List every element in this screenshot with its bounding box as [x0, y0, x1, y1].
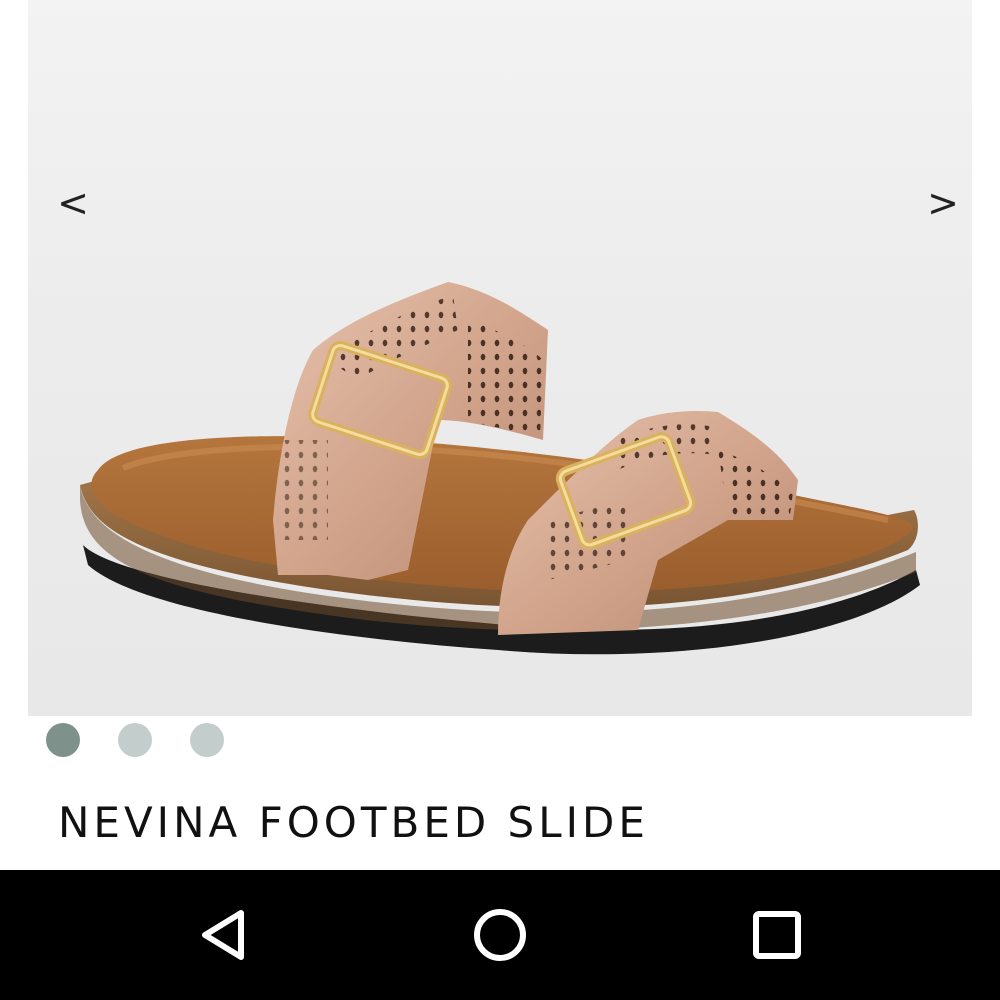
back-button[interactable] — [158, 870, 288, 1000]
sandal-product-image — [80, 282, 920, 655]
recents-button[interactable] — [712, 870, 842, 1000]
carousel-dot-1[interactable] — [46, 723, 80, 757]
previous-image-arrow-icon[interactable]: < — [48, 178, 98, 228]
recents-square-icon — [753, 911, 801, 959]
next-image-arrow-icon[interactable]: > — [918, 178, 968, 228]
android-navigation-bar — [0, 870, 1000, 1000]
home-circle-icon — [474, 909, 526, 961]
back-triangle-icon — [202, 910, 244, 960]
carousel-dot-2[interactable] — [118, 723, 152, 757]
home-button[interactable] — [435, 870, 565, 1000]
carousel-pagination — [46, 722, 224, 758]
carousel-dot-3[interactable] — [190, 723, 224, 757]
product-title: NEVINA FOOTBED SLIDE — [58, 798, 649, 847]
product-image-carousel[interactable]: < > — [28, 0, 972, 716]
